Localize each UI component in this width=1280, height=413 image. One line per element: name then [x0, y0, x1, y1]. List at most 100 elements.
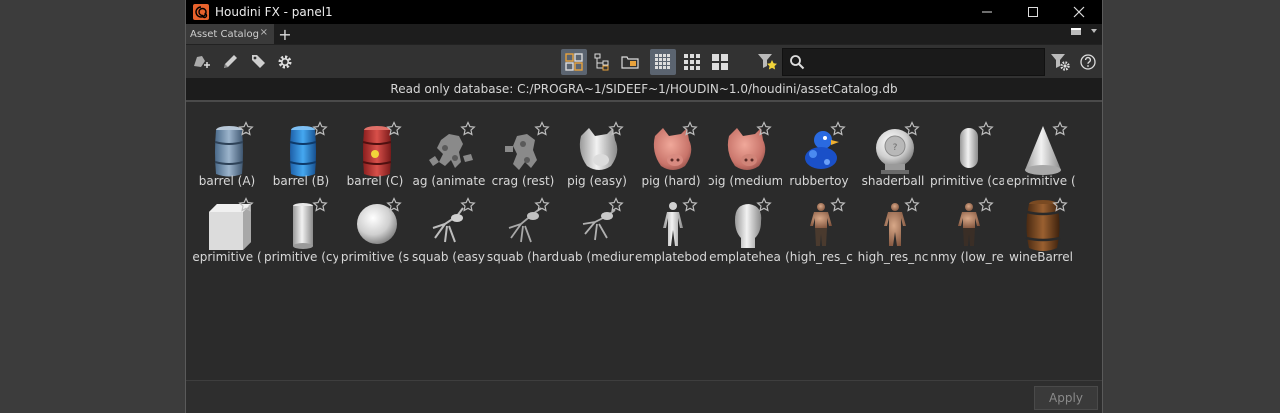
chevron-down-icon[interactable] — [1090, 27, 1098, 35]
asset-label: uab (mediun — [560, 250, 634, 264]
favorite-star-icon[interactable] — [1052, 197, 1068, 213]
favorites-filter-button[interactable] — [754, 49, 780, 75]
tab-asset-catalog[interactable]: Asset Catalog × — [186, 24, 274, 44]
favorite-star-icon[interactable] — [534, 121, 550, 137]
close-window-button[interactable] — [1056, 0, 1102, 24]
pencil-icon — [224, 55, 237, 68]
title-bar: Houdini FX - panel1 — [186, 0, 1102, 24]
asset-tile[interactable]: squab (easy) — [412, 196, 486, 270]
asset-tile[interactable]: emplatehea — [708, 196, 782, 270]
favorite-star-icon[interactable] — [238, 197, 254, 213]
gear-icon — [278, 55, 292, 69]
favorite-star-icon[interactable] — [904, 197, 920, 213]
search-input[interactable] — [811, 53, 1036, 71]
asset-label: ag (animate — [412, 174, 486, 188]
favorite-star-icon[interactable] — [312, 121, 328, 137]
asset-tile[interactable]: nmy (low_re — [930, 196, 1004, 270]
add-asset-button[interactable] — [188, 49, 214, 75]
large-grid-icon — [712, 54, 728, 70]
view-tree-button[interactable] — [589, 49, 615, 75]
asset-tile[interactable]: ɔig (medium — [708, 120, 782, 194]
pane-layout-icon[interactable] — [1070, 26, 1082, 36]
asset-label: rubbertoy — [789, 174, 849, 188]
asset-tile[interactable]: crag (rest) — [486, 120, 560, 194]
view-folders-button[interactable] — [617, 49, 643, 75]
asset-label: squab (easy) — [412, 250, 486, 264]
grid-large-button[interactable] — [707, 49, 733, 75]
favorite-star-icon[interactable] — [386, 197, 402, 213]
asset-tile[interactable]: pig (hard) — [634, 120, 708, 194]
favorite-star-icon[interactable] — [682, 121, 698, 137]
asset-tile[interactable]: high_res_nc — [856, 196, 930, 270]
filter-settings-button[interactable] — [1047, 49, 1073, 75]
asset-tile[interactable]: (high_res_c — [782, 196, 856, 270]
asset-tile[interactable]: uab (mediun — [560, 196, 634, 270]
asset-tile[interactable]: eprimitive ( — [190, 196, 264, 270]
favorite-star-icon[interactable] — [238, 121, 254, 137]
favorite-star-icon[interactable] — [756, 197, 772, 213]
asset-tile[interactable]: primitive (ca — [930, 120, 1004, 194]
asset-tile[interactable]: pig (easy) — [560, 120, 634, 194]
favorite-star-icon[interactable] — [682, 197, 698, 213]
toolbar — [186, 44, 1102, 78]
favorite-star-icon[interactable] — [386, 121, 402, 137]
pane-tab-bar: Asset Catalog × + — [186, 24, 1102, 44]
asset-tile[interactable]: barrel (A) — [190, 120, 264, 194]
asset-label: ɔig (medium — [708, 174, 782, 188]
favorite-star-icon[interactable] — [978, 121, 994, 137]
asset-label: nmy (low_re — [930, 250, 1004, 264]
add-tab-button[interactable]: + — [274, 24, 296, 44]
favorite-star-icon[interactable] — [608, 121, 624, 137]
favorite-star-icon[interactable] — [978, 197, 994, 213]
help-icon — [1080, 54, 1096, 70]
favorite-star-icon[interactable] — [460, 121, 476, 137]
asset-tile[interactable]: wineBarrel — [1004, 196, 1078, 270]
settings-button[interactable] — [272, 49, 298, 75]
asset-tile[interactable]: emplatebod — [634, 196, 708, 270]
close-icon — [1073, 6, 1085, 18]
window-title: Houdini FX - panel1 — [215, 5, 333, 19]
favorite-star-icon[interactable] — [830, 197, 846, 213]
minimize-icon — [982, 11, 992, 13]
grid-medium-button[interactable] — [679, 49, 705, 75]
folder-view-icon — [621, 56, 639, 69]
favorite-star-icon[interactable] — [534, 197, 550, 213]
maximize-icon — [1028, 7, 1038, 17]
asset-label: shaderball — [861, 174, 925, 188]
favorite-star-icon[interactable] — [608, 197, 624, 213]
asset-tile[interactable]: primitive (s — [338, 196, 412, 270]
asset-label: primitive (ca — [930, 174, 1004, 188]
asset-label: primitive (s — [340, 250, 410, 264]
asset-catalog-window: Houdini FX - panel1 Asset Catalog × + Re… — [185, 0, 1103, 413]
view-thumbnails-button[interactable] — [561, 49, 587, 75]
asset-label: pig (easy) — [567, 174, 627, 188]
asset-tile[interactable]: ag (animate — [412, 120, 486, 194]
asset-label: barrel (A) — [198, 174, 256, 188]
tag-asset-button[interactable] — [246, 49, 272, 75]
search-icon — [790, 55, 805, 70]
asset-tile[interactable]: ? shaderball — [856, 120, 930, 194]
asset-tile[interactable]: barrel (C) — [338, 120, 412, 194]
favorite-star-icon[interactable] — [756, 121, 772, 137]
favorite-star-icon[interactable] — [1052, 121, 1068, 137]
edit-asset-button[interactable] — [217, 49, 243, 75]
asset-tile[interactable]: eprimitive ( — [1004, 120, 1078, 194]
favorite-star-icon[interactable] — [904, 121, 920, 137]
favorite-star-icon[interactable] — [830, 121, 846, 137]
apply-button[interactable]: Apply — [1034, 386, 1098, 410]
tab-close-icon[interactable]: × — [260, 27, 268, 38]
favorite-star-icon[interactable] — [312, 197, 328, 213]
asset-tile[interactable]: squab (hard — [486, 196, 560, 270]
add-asset-icon — [194, 56, 210, 68]
asset-grid: barrel (A) barrel (B) barrel (C) ag (animat… — [186, 104, 1102, 380]
asset-tile[interactable]: rubbertoy — [782, 120, 856, 194]
maximize-button[interactable] — [1010, 0, 1056, 24]
grid-small-button[interactable] — [650, 49, 676, 75]
help-button[interactable] — [1075, 49, 1101, 75]
minimize-button[interactable] — [964, 0, 1010, 24]
favorite-star-icon[interactable] — [460, 197, 476, 213]
asset-label: primitive (cy — [264, 250, 338, 264]
asset-label: emplatehea — [709, 250, 781, 264]
asset-tile[interactable]: barrel (B) — [264, 120, 338, 194]
asset-tile[interactable]: primitive (cy — [264, 196, 338, 270]
